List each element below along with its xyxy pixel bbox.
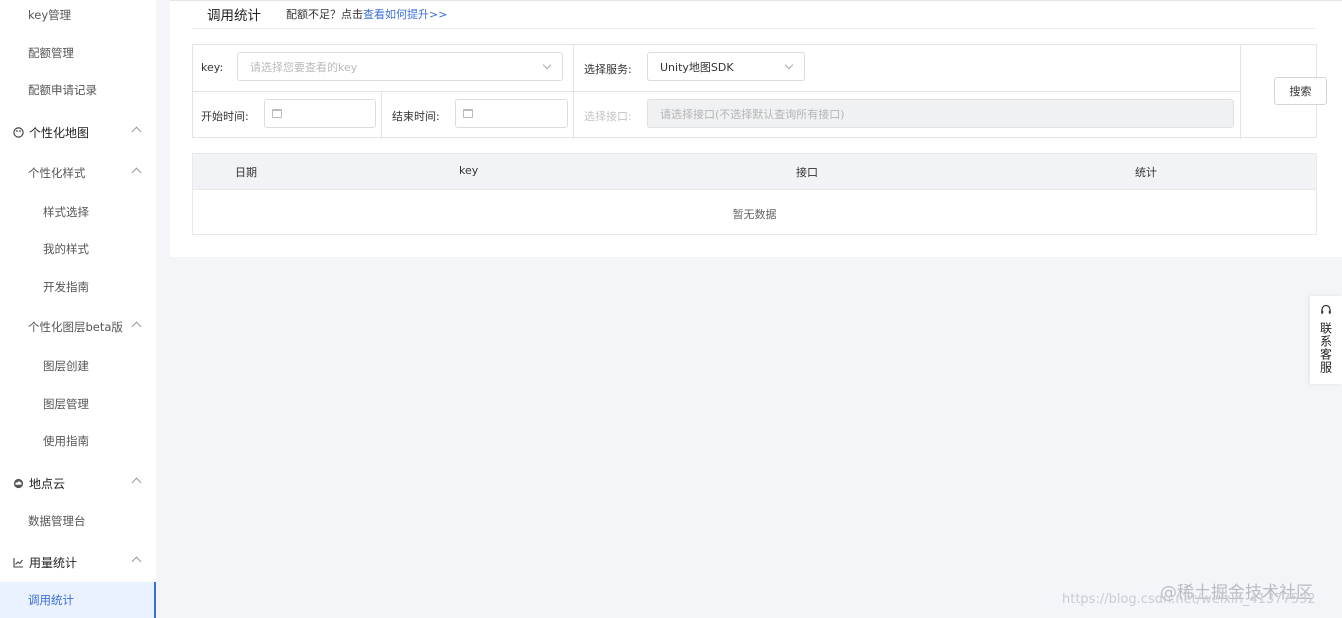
table-header: 日期 key 接口 统计 <box>193 154 1316 190</box>
sidebar-subgroup-custom-layer[interactable]: 个性化图层beta版 <box>0 309 156 345</box>
sidebar-group-label: 地点云 <box>29 476 66 491</box>
sidebar-group-place-cloud[interactable]: 地点云 <box>0 465 156 501</box>
chevron-up-icon <box>131 556 142 567</box>
service-label: 选择服务: <box>584 63 632 76</box>
sidebar-item-layer-manage[interactable]: 图层管理 <box>0 386 156 422</box>
sidebar-item-label: 我的样式 <box>43 242 89 256</box>
end-time-picker[interactable] <box>455 99 568 128</box>
calendar-icon <box>463 109 473 118</box>
column-header-interface: 接口 <box>796 166 818 179</box>
quota-hint: 配额不足？点击查看如何提升>> <box>286 6 447 22</box>
divider <box>381 91 382 139</box>
column-header-date: 日期 <box>235 166 257 179</box>
sidebar-item-label: 配额申请记录 <box>28 83 97 97</box>
divider <box>170 0 1342 1</box>
chevron-down-icon <box>542 60 552 70</box>
sidebar-item-label: 配额管理 <box>28 46 74 60</box>
column-header-key: key <box>459 164 479 177</box>
service-select[interactable]: Unity地图SDK <box>647 52 805 81</box>
watermark-url: https://blog.csdn.net/weixin_41377532 <box>1062 592 1316 607</box>
key-select-placeholder: 请选择您要查看的key <box>250 60 358 74</box>
sidebar-item-call-stats[interactable]: 调用统计 <box>0 582 156 618</box>
column-header-count: 统计 <box>1135 166 1157 179</box>
page-title: 调用统计 <box>207 8 261 24</box>
sidebar-item-key-management[interactable]: key管理 <box>0 0 156 33</box>
palette-icon <box>13 126 24 138</box>
contact-support-button[interactable]: 联系客服 <box>1310 296 1342 384</box>
filter-form: key: 请选择您要查看的key 选择服务: Unity地图SDK 开始时间: … <box>192 44 1327 139</box>
divider <box>192 28 1316 29</box>
end-time-label: 结束时间: <box>392 110 440 123</box>
search-button[interactable]: 搜索 <box>1274 77 1327 105</box>
sidebar-item-label: 开发指南 <box>43 280 89 294</box>
calendar-icon <box>272 109 282 118</box>
sidebar-item-usage-guide[interactable]: 使用指南 <box>0 423 156 459</box>
empty-state: 暂无数据 <box>732 208 777 221</box>
chevron-down-icon <box>784 60 794 70</box>
divider <box>193 91 1241 92</box>
sidebar-item-dev-guide[interactable]: 开发指南 <box>0 269 156 305</box>
service-select-value: Unity地图SDK <box>660 60 734 74</box>
divider <box>1240 45 1241 139</box>
line-chart-icon <box>13 557 24 568</box>
sidebar-item-label: 样式选择 <box>43 205 89 219</box>
sidebar-item-data-console[interactable]: 数据管理台 <box>0 503 156 539</box>
headset-icon <box>1320 304 1332 316</box>
main-panel: 调用统计 配额不足？点击查看如何提升>> key: 请选择您要查看的key 选择… <box>170 0 1342 257</box>
quota-hint-text: 配额不足？点击 <box>286 8 363 21</box>
divider <box>573 45 574 139</box>
start-time-label: 开始时间: <box>201 110 249 123</box>
interface-select[interactable]: 请选择接口(不选择默认查询所有接口) <box>647 99 1234 128</box>
sidebar-item-style-select[interactable]: 样式选择 <box>0 194 156 230</box>
cloud-icon <box>13 478 24 489</box>
key-label: key: <box>201 61 224 74</box>
sidebar-item-label: 数据管理台 <box>28 514 86 528</box>
chevron-up-icon <box>131 126 142 137</box>
sidebar-item-label: 调用统计 <box>28 593 74 607</box>
sidebar-item-label: 使用指南 <box>43 434 89 448</box>
sidebar-item-label: 图层创建 <box>43 359 89 373</box>
sidebar-group-custom-map[interactable]: 个性化地图 <box>0 114 156 150</box>
sidebar-item-layer-create[interactable]: 图层创建 <box>0 348 156 384</box>
chevron-up-icon <box>131 321 142 332</box>
sidebar-item-quota-records[interactable]: 配额申请记录 <box>0 72 156 108</box>
contact-support-label: 联系客服 <box>1318 322 1333 374</box>
sidebar: key管理 配额管理 配额申请记录 个性化地图 个性化样式 样式选择 我的样式 … <box>0 0 156 618</box>
stats-table: 日期 key 接口 统计 暂无数据 <box>192 153 1317 235</box>
sidebar-group-usage-stats[interactable]: 用量统计 <box>0 544 156 580</box>
sidebar-item-label: 个性化样式 <box>28 166 86 180</box>
quota-improve-link[interactable]: 查看如何提升>> <box>363 8 447 21</box>
sidebar-subgroup-custom-style[interactable]: 个性化样式 <box>0 155 156 191</box>
sidebar-item-label: key管理 <box>28 8 72 22</box>
sidebar-item-label: 个性化图层beta版 <box>28 320 123 334</box>
key-select[interactable]: 请选择您要查看的key <box>237 52 563 81</box>
sidebar-group-label: 个性化地图 <box>29 125 90 140</box>
chevron-up-icon <box>131 167 142 178</box>
sidebar-item-label: 图层管理 <box>43 397 89 411</box>
start-time-picker[interactable] <box>264 99 376 128</box>
interface-select-placeholder: 请选择接口(不选择默认查询所有接口) <box>660 107 845 121</box>
sidebar-item-my-style[interactable]: 我的样式 <box>0 231 156 267</box>
interface-label: 选择接口: <box>584 110 632 123</box>
sidebar-item-quota-management[interactable]: 配额管理 <box>0 35 156 71</box>
sidebar-group-label: 用量统计 <box>29 555 78 570</box>
chevron-up-icon <box>131 477 142 488</box>
